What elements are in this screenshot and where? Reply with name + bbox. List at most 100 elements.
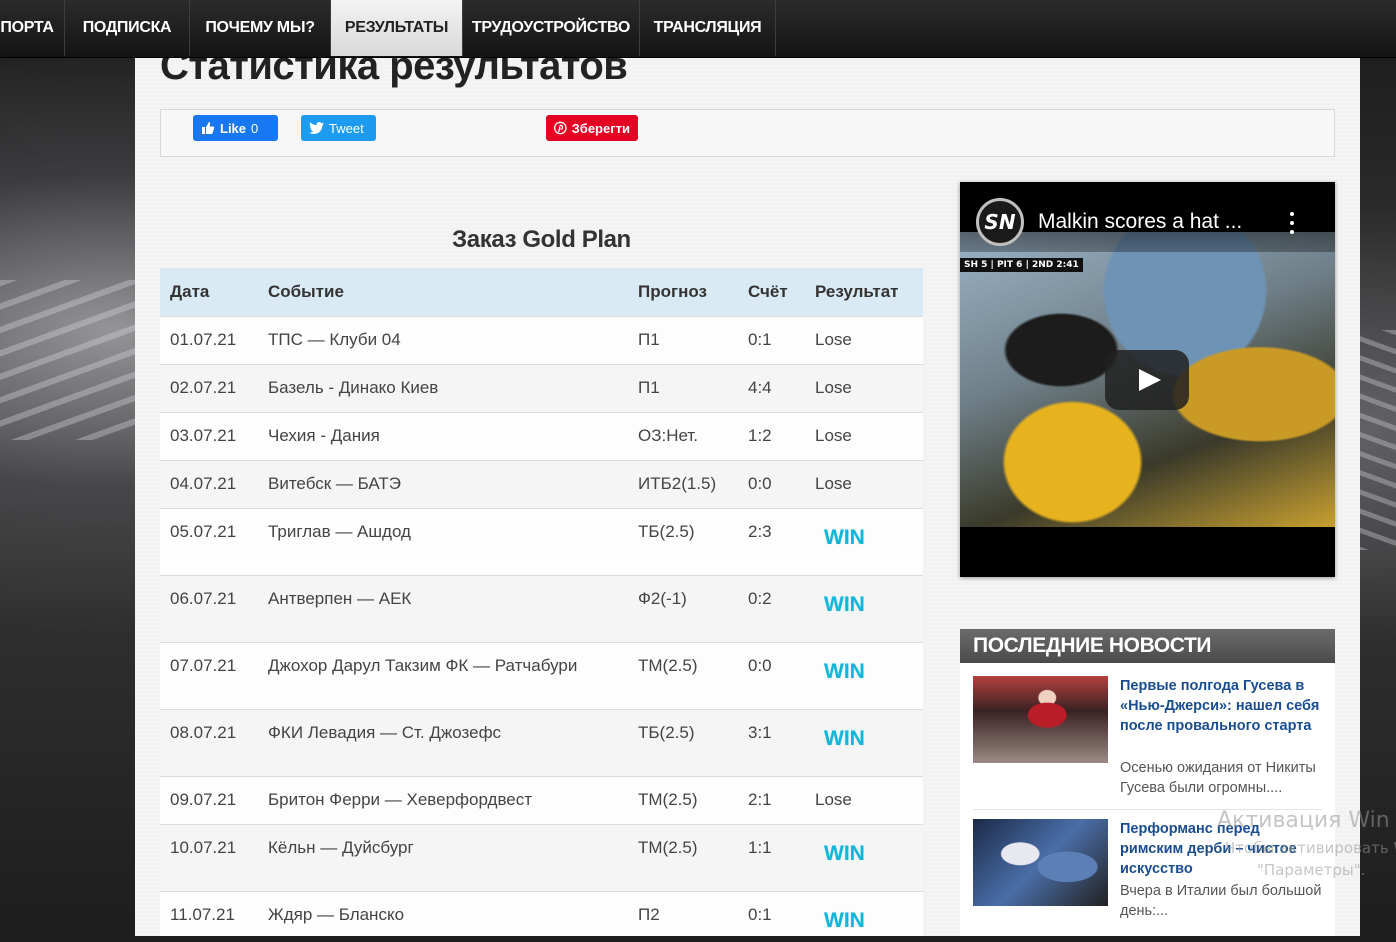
- column-header-result: Результат: [805, 268, 923, 316]
- main-navigation: ПОРТА ПОДПИСКА ПОЧЕМУ МЫ? РЕЗУЛЬТАТЫ ТРУ…: [0, 0, 1396, 58]
- column-header-event: Событие: [258, 268, 628, 316]
- results-table: Дата Событие Прогноз Счёт Результат 01.0…: [160, 268, 923, 942]
- table-row: 05.07.21 Триглав — Ашдод ТБ(2.5) 2:3 WIN: [160, 507, 923, 575]
- cell-score: 0:2: [738, 574, 805, 642]
- news-thumbnail[interactable]: [973, 676, 1108, 763]
- cell-result: Lose: [805, 459, 923, 508]
- cell-event: ФКИ Левадия — Ст. Джозефс: [258, 708, 628, 776]
- column-header-date: Дата: [160, 268, 258, 316]
- cell-event: Антверпен — АЕК: [258, 574, 628, 642]
- cell-result: WIN: [805, 641, 923, 709]
- cell-event: Кёльн — Дуйсбург: [258, 823, 628, 891]
- latest-news-widget: ПОСЛЕДНИЕ НОВОСТИ Первые полгода Гусева …: [960, 629, 1335, 942]
- cell-score: 2:3: [738, 507, 805, 575]
- news-excerpt: Осенью ожидания от Никиты Гусева были ог…: [1120, 760, 1316, 796]
- cell-score: 2:1: [738, 775, 805, 824]
- nav-item-employment[interactable]: ТРУДОУСТРОЙСТВО: [463, 0, 640, 56]
- more-options-icon[interactable]: [1289, 212, 1295, 234]
- cell-forecast: ТБ(2.5): [628, 708, 738, 776]
- pinterest-save-button[interactable]: Зберегти: [546, 115, 638, 141]
- cell-date: 09.07.21: [160, 775, 258, 824]
- cell-event: ТПС — Клуби 04: [258, 315, 628, 364]
- cell-event: Чехия - Дания: [258, 411, 628, 460]
- cell-forecast: П2: [628, 890, 738, 942]
- cell-event: Джохор Дарул Такзим ФК — Ратчабури: [258, 641, 628, 709]
- table-header-row: Дата Событие Прогноз Счёт Результат: [160, 268, 923, 316]
- cell-result: WIN: [805, 890, 923, 942]
- nav-item-results[interactable]: РЕЗУЛЬТАТЫ: [331, 0, 463, 56]
- game-scorebar: SH 5 | PIT 6 | 2ND 2:41: [960, 258, 1083, 272]
- cell-event: Триглав — Ашдод: [258, 507, 628, 575]
- cell-event: Витебск — БАТЭ: [258, 459, 628, 508]
- news-item[interactable]: Первые полгода Гусева в «Нью-Джерси»: на…: [973, 676, 1323, 806]
- nav-item-broadcast[interactable]: ТРАНСЛЯЦИЯ: [640, 0, 776, 56]
- cell-score: 1:2: [738, 411, 805, 460]
- channel-logo[interactable]: SN: [976, 198, 1024, 246]
- cell-date: 10.07.21: [160, 823, 258, 891]
- table-row: 10.07.21 Кёльн — Дуйсбург ТМ(2.5) 1:1 WIN: [160, 823, 923, 891]
- cell-score: 0:0: [738, 459, 805, 508]
- news-thumbnail[interactable]: [973, 819, 1108, 906]
- cell-date: 08.07.21: [160, 708, 258, 776]
- windows-activation-watermark: Активация Win Чтобы активировать W "Пара…: [1217, 808, 1396, 879]
- cell-event: Ждяр — Бланско: [258, 890, 628, 942]
- twitter-bird-icon: [309, 121, 324, 134]
- watermark-line-2: Чтобы активировать W: [1225, 839, 1396, 857]
- thumbs-up-icon: [202, 122, 215, 134]
- table-row: 09.07.21 Бритон Ферри — Хеверфордвест ТМ(2…: [160, 775, 923, 824]
- cell-forecast: ТМ(2.5): [628, 641, 738, 709]
- cell-forecast: П1: [628, 363, 738, 412]
- facebook-like-button[interactable]: Like 0: [193, 115, 278, 141]
- watermark-line-1: Активация Win: [1217, 808, 1390, 833]
- pinterest-icon: [554, 121, 567, 135]
- cell-result: Lose: [805, 315, 923, 364]
- nav-item-porta[interactable]: ПОРТА: [0, 0, 65, 56]
- cell-score: 1:1: [738, 823, 805, 891]
- table-row: 11.07.21 Ждяр — Бланско П2 0:1 WIN: [160, 890, 923, 942]
- news-headline-link[interactable]: Первые полгода Гусева в «Нью-Джерси»: на…: [1120, 676, 1323, 736]
- table-row: 06.07.21 Антверпен — АЕК Ф2(-1) 0:2 WIN: [160, 574, 923, 642]
- cell-date: 01.07.21: [160, 315, 258, 364]
- twitter-tweet-button[interactable]: Tweet: [301, 115, 376, 141]
- column-header-score: Счёт: [738, 268, 805, 316]
- cell-date: 02.07.21: [160, 363, 258, 412]
- cell-forecast: ОЗ:Нет.: [628, 411, 738, 460]
- news-header: ПОСЛЕДНИЕ НОВОСТИ: [960, 629, 1335, 663]
- cell-score: 0:1: [738, 890, 805, 942]
- nav-item-subscription[interactable]: ПОДПИСКА: [65, 0, 190, 56]
- cell-result: Lose: [805, 363, 923, 412]
- cell-score: 3:1: [738, 708, 805, 776]
- cell-result: Lose: [805, 411, 923, 460]
- cell-date: 11.07.21: [160, 890, 258, 942]
- twitter-tweet-label: Tweet: [329, 120, 364, 136]
- play-icon[interactable]: [1105, 350, 1189, 410]
- cell-forecast: ТБ(2.5): [628, 507, 738, 575]
- background-stadium-lights-left: [0, 280, 135, 440]
- cell-forecast: П1: [628, 315, 738, 364]
- background-stadium-lights-right: [1360, 330, 1396, 550]
- cell-forecast: ТМ(2.5): [628, 775, 738, 824]
- cell-forecast: Ф2(-1): [628, 574, 738, 642]
- nav-item-why-us[interactable]: ПОЧЕМУ МЫ?: [190, 0, 331, 56]
- cell-result: WIN: [805, 708, 923, 776]
- pinterest-save-label: Зберегти: [571, 120, 630, 136]
- cell-forecast: ИТБ2(1.5): [628, 459, 738, 508]
- facebook-like-label: Like: [220, 120, 247, 136]
- cell-result: Lose: [805, 775, 923, 824]
- news-excerpt: Вчера в Италии был большой день:...: [1120, 883, 1322, 919]
- cell-date: 07.07.21: [160, 641, 258, 709]
- cell-result: WIN: [805, 507, 923, 575]
- cell-event: Базель - Динако Киев: [258, 363, 628, 412]
- video-title[interactable]: Malkin scores a hat ...: [1038, 210, 1242, 234]
- watermark-line-3: "Параметры".: [1257, 861, 1366, 879]
- cell-date: 06.07.21: [160, 574, 258, 642]
- video-player[interactable]: SH 5 | PIT 6 | 2ND 2:41 SN Malkin scores…: [960, 182, 1335, 577]
- results-section-title: Заказ Gold Plan: [452, 226, 631, 253]
- cell-score: 4:4: [738, 363, 805, 412]
- cell-date: 05.07.21: [160, 507, 258, 575]
- column-header-forecast: Прогноз: [628, 268, 738, 316]
- bottom-edge: [0, 936, 1396, 942]
- cell-score: 0:1: [738, 315, 805, 364]
- table-row: 02.07.21 Базель - Динако Киев П1 4:4 Lose: [160, 363, 923, 412]
- cell-event: Бритон Ферри — Хеверфордвест: [258, 775, 628, 824]
